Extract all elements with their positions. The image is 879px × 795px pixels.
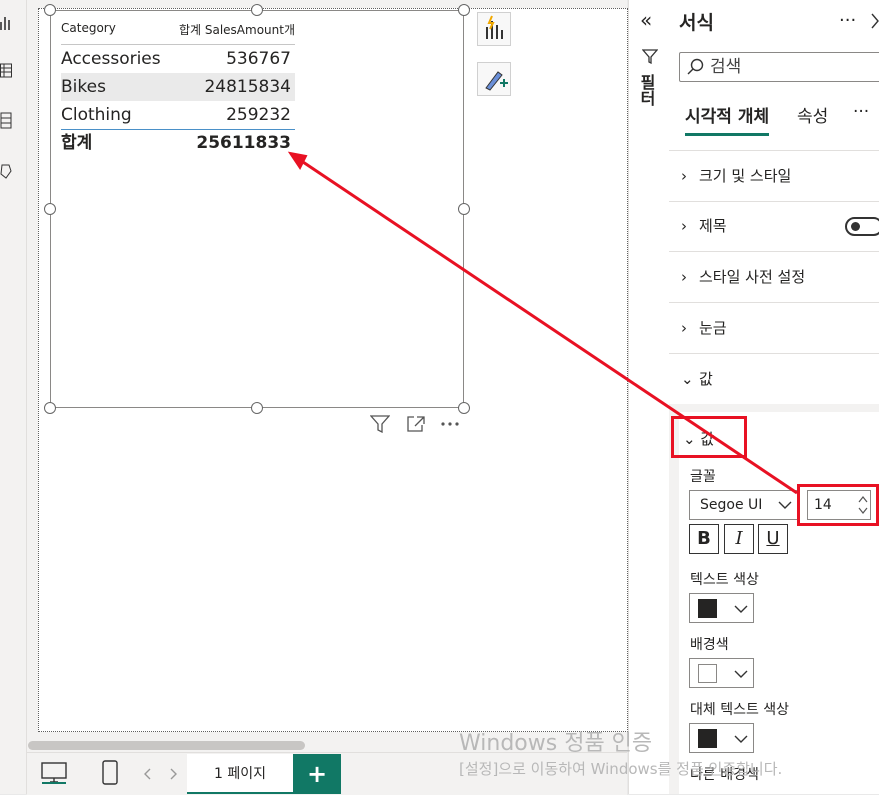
table-row: Bikes 24815834 bbox=[61, 73, 295, 101]
underline-button[interactable]: U bbox=[758, 524, 788, 554]
collapse-filters-icon[interactable]: « bbox=[640, 8, 652, 32]
section-values[interactable]: ⌄ 값 bbox=[669, 354, 879, 404]
page-tab-1[interactable]: 1 페이지 bbox=[187, 754, 293, 794]
highlight-font-size bbox=[797, 484, 879, 526]
cell-value: 536767 bbox=[226, 49, 291, 69]
tab-general[interactable]: 속성 bbox=[797, 102, 828, 127]
section-label: 크기 및 스타일 bbox=[699, 167, 792, 185]
table-view-icon[interactable] bbox=[0, 62, 16, 80]
section-label: 스타일 사전 설정 bbox=[699, 268, 806, 286]
table-total-row: 합계 25611833 bbox=[61, 129, 295, 158]
left-nav-rail bbox=[0, 0, 27, 794]
resize-handle-top-left[interactable] bbox=[44, 4, 56, 16]
color-swatch bbox=[698, 599, 717, 618]
cell-category: Clothing bbox=[61, 105, 132, 125]
cell-value: 259232 bbox=[226, 105, 291, 125]
resize-handle-bottom-left[interactable] bbox=[44, 402, 56, 414]
table-visual[interactable]: Category 합계 SalesAmount개 Accessories 536… bbox=[50, 10, 464, 408]
column-header-sales[interactable]: 합계 SalesAmount개 bbox=[179, 21, 295, 38]
total-value: 25611833 bbox=[196, 133, 291, 153]
section-grid[interactable]: › 눈금 bbox=[669, 303, 879, 354]
section-size-style[interactable]: › 크기 및 스타일 bbox=[669, 150, 879, 202]
alt-text-color-picker[interactable] bbox=[689, 723, 754, 753]
model-view-icon[interactable] bbox=[0, 112, 16, 130]
section-style-presets[interactable]: › 스타일 사전 설정 bbox=[669, 252, 879, 303]
collapse-pane-icon[interactable] bbox=[870, 13, 879, 29]
filter-funnel-icon bbox=[642, 49, 658, 64]
chevron-right-icon: › bbox=[681, 319, 687, 337]
background-color-picker[interactable] bbox=[689, 658, 754, 688]
resize-handle-bottom[interactable] bbox=[251, 402, 263, 414]
more-options-icon[interactable] bbox=[440, 415, 460, 433]
chevron-down-icon: ⌄ bbox=[681, 370, 694, 388]
section-label: 값 bbox=[699, 370, 713, 388]
table-row: Accessories 536767 bbox=[61, 45, 295, 73]
resize-handle-left[interactable] bbox=[44, 203, 56, 215]
cell-category: Bikes bbox=[61, 77, 106, 97]
cell-category: Accessories bbox=[61, 49, 161, 69]
font-family-dropdown[interactable]: Segoe UI bbox=[689, 490, 799, 520]
scrollbar-thumb[interactable] bbox=[28, 741, 305, 750]
font-family-value: Segoe UI bbox=[700, 497, 763, 513]
table-row: Clothing 259232 bbox=[61, 101, 295, 129]
section-label: 제목 bbox=[699, 217, 727, 235]
desktop-view-icon[interactable] bbox=[41, 762, 67, 784]
table-header: Category 합계 SalesAmount개 bbox=[61, 17, 295, 45]
next-page-icon[interactable] bbox=[168, 768, 178, 780]
windows-activation-subtext: [설정]으로 이동하여 Windows를 정품 인증합니다. bbox=[459, 760, 783, 778]
background-color-label: 배경색 bbox=[690, 637, 729, 653]
filters-label: 필터 bbox=[637, 74, 656, 106]
text-color-picker[interactable] bbox=[689, 593, 754, 623]
mobile-view-icon[interactable] bbox=[102, 760, 118, 786]
search-placeholder: 검색 bbox=[710, 57, 742, 77]
search-icon bbox=[687, 58, 704, 75]
color-swatch bbox=[698, 664, 717, 683]
resize-handle-bottom-right[interactable] bbox=[458, 402, 470, 414]
alt-text-color-label: 대체 텍스트 색상 bbox=[690, 702, 790, 718]
chevron-down-icon bbox=[734, 605, 748, 613]
format-brush-icon bbox=[485, 71, 508, 91]
filters-pane-collapsed[interactable]: « 필터 bbox=[628, 0, 670, 794]
cell-value: 24815834 bbox=[204, 77, 291, 97]
section-label: 눈금 bbox=[699, 319, 727, 337]
chevron-right-icon: › bbox=[681, 167, 687, 185]
resize-handle-top-right[interactable] bbox=[458, 4, 470, 16]
text-color-label: 텍스트 색상 bbox=[690, 572, 759, 588]
format-more-icon[interactable]: ··· bbox=[839, 10, 856, 31]
report-view-icon[interactable] bbox=[0, 14, 16, 32]
tab-more-icon[interactable]: ··· bbox=[853, 102, 869, 122]
column-header-category[interactable]: Category bbox=[61, 21, 116, 38]
focus-mode-icon[interactable] bbox=[406, 415, 426, 433]
chevron-down-icon bbox=[734, 670, 748, 678]
data-table: Category 합계 SalesAmount개 Accessories 536… bbox=[61, 17, 295, 158]
format-pane: 서식 ··· 검색 시각적 개체 속성 ··· › 크기 및 스타일 › 제목 … bbox=[669, 0, 879, 794]
format-search-input[interactable]: 검색 bbox=[679, 52, 879, 82]
chevron-down-icon bbox=[734, 735, 748, 743]
highlight-values-header bbox=[671, 416, 747, 458]
format-pane-title: 서식 bbox=[679, 12, 714, 34]
chevron-right-icon: › bbox=[681, 268, 687, 286]
font-label: 글꼴 bbox=[690, 469, 716, 485]
tab-visual[interactable]: 시각적 개체 bbox=[685, 102, 770, 136]
chevron-down-icon bbox=[778, 501, 792, 509]
dax-query-icon[interactable] bbox=[0, 162, 16, 180]
italic-button[interactable]: I bbox=[724, 524, 754, 554]
build-visual-button[interactable] bbox=[477, 12, 511, 46]
resize-handle-right[interactable] bbox=[458, 203, 470, 215]
windows-activation-watermark: Windows 정품 인증 bbox=[459, 731, 653, 756]
chevron-right-icon: › bbox=[681, 217, 687, 235]
total-label: 합계 bbox=[61, 133, 93, 153]
build-visual-icon bbox=[486, 15, 503, 39]
bold-button[interactable]: B bbox=[689, 524, 719, 554]
format-visual-button[interactable] bbox=[477, 62, 511, 96]
color-swatch bbox=[698, 729, 717, 748]
toggle-knob bbox=[851, 222, 860, 231]
resize-handle-top[interactable] bbox=[251, 4, 263, 16]
add-page-button[interactable]: + bbox=[293, 754, 341, 794]
prev-page-icon[interactable] bbox=[143, 768, 153, 780]
filter-icon[interactable] bbox=[370, 415, 390, 433]
